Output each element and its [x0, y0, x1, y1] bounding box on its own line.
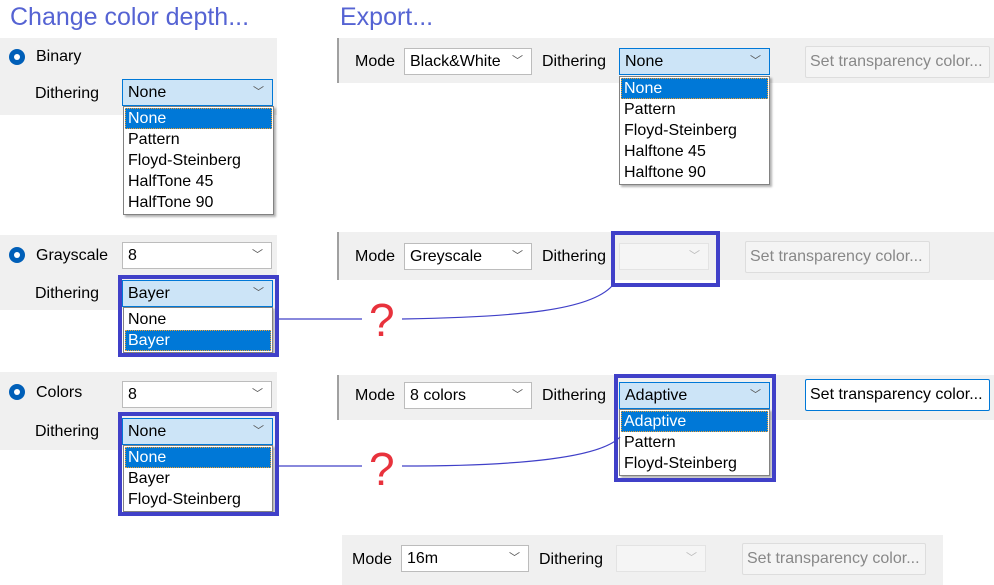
- connector-lines: [279, 285, 621, 467]
- connector-line: [279, 436, 621, 467]
- question-mark: ?: [369, 294, 395, 346]
- connector-line: [279, 285, 613, 320]
- question-mark: ?: [369, 443, 395, 495]
